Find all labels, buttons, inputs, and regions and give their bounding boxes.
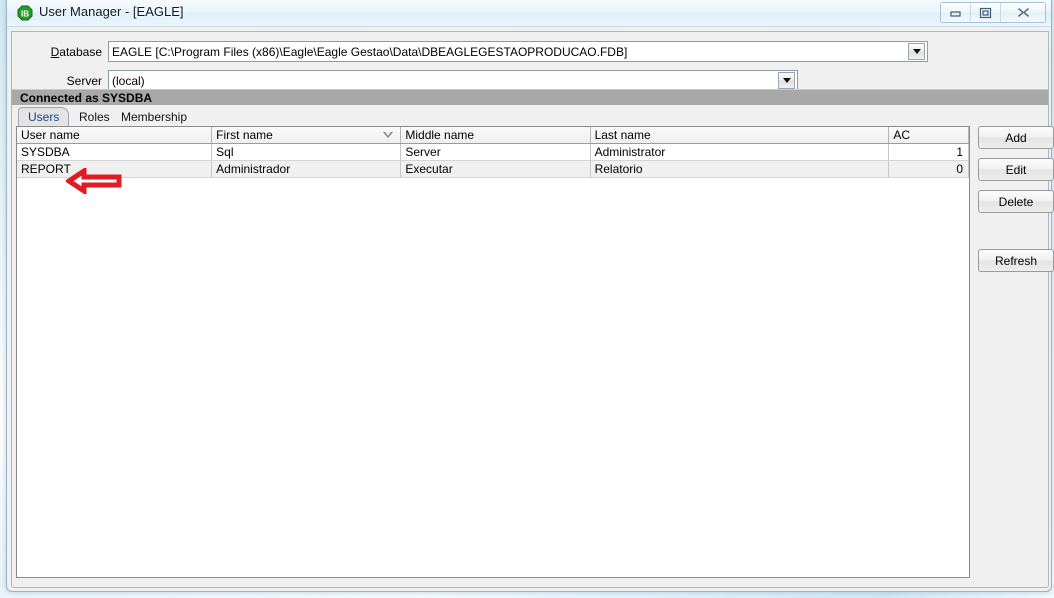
interbase-ib-icon: IB bbox=[17, 5, 33, 21]
chevron-down-icon bbox=[912, 49, 921, 54]
delete-button[interactable]: Delete bbox=[978, 190, 1054, 213]
column-header-user-name[interactable]: User name bbox=[17, 127, 213, 143]
tab-strip: Users Roles Membership bbox=[12, 107, 1048, 126]
close-button[interactable] bbox=[1001, 3, 1045, 22]
grid-header-row: User name First name Middle name Last na… bbox=[17, 127, 969, 144]
cell-user-name: SYSDBA bbox=[17, 144, 213, 161]
database-label: Database bbox=[50, 44, 102, 59]
cell-last-name: Administrator bbox=[590, 144, 890, 161]
tab-membership[interactable]: Membership bbox=[112, 107, 196, 126]
column-header-first-name[interactable]: First name bbox=[212, 127, 402, 143]
cell-ac: 1 bbox=[889, 144, 969, 161]
database-combo[interactable]: EAGLE [C:\Program Files (x86)\Eagle\Eagl… bbox=[108, 41, 928, 62]
add-button[interactable]: Add bbox=[978, 126, 1054, 149]
column-header-ac-label: AC bbox=[893, 128, 910, 142]
server-dropdown-button[interactable] bbox=[778, 72, 795, 89]
cell-first-name: Administrador bbox=[212, 161, 402, 178]
server-combo[interactable]: (local) bbox=[108, 70, 798, 91]
tab-membership-label: Membership bbox=[121, 109, 188, 124]
chevron-down-icon bbox=[782, 78, 791, 83]
close-icon bbox=[1017, 8, 1029, 17]
column-header-ac[interactable]: AC bbox=[889, 127, 969, 143]
cell-last-name: Relatorio bbox=[590, 161, 890, 178]
database-dropdown-button[interactable] bbox=[908, 43, 925, 60]
edit-button[interactable]: Edit bbox=[978, 158, 1054, 181]
refresh-button[interactable]: Refresh bbox=[978, 249, 1054, 272]
window-title: User Manager - [EAGLE] bbox=[39, 4, 184, 19]
column-header-middle-name-label: Middle name bbox=[405, 128, 475, 142]
table-row[interactable]: SYSDBA Sql Server Administrator 1 bbox=[17, 144, 969, 161]
sort-descending-icon bbox=[383, 132, 394, 138]
action-button-panel: Add Edit Delete Refresh bbox=[978, 126, 1054, 281]
annotation-arrow bbox=[64, 166, 122, 199]
server-label: Server bbox=[66, 73, 102, 88]
cell-middle-name: Executar bbox=[401, 161, 591, 178]
connection-status-bar: Connected as SYSDBA bbox=[12, 89, 1048, 105]
database-field-row: Database EAGLE [C:\Program Files (x86)\E… bbox=[12, 41, 1042, 62]
cell-first-name: Sql bbox=[212, 144, 402, 161]
users-grid[interactable]: User name First name Middle name Last na… bbox=[16, 126, 970, 578]
column-header-user-name-label: User name bbox=[21, 128, 80, 142]
title-bar[interactable]: IB User Manager - [EAGLE] bbox=[7, 0, 1051, 27]
user-manager-window: IB User Manager - [EAGLE] Database EAGLE… bbox=[6, 0, 1054, 592]
tab-users-label: Users bbox=[28, 110, 60, 124]
tab-roles-label: Roles bbox=[79, 109, 110, 124]
table-row[interactable]: REPORT Administrador Executar Relatorio … bbox=[17, 161, 969, 178]
cell-middle-name: Server bbox=[401, 144, 591, 161]
connection-form: Database EAGLE [C:\Program Files (x86)\E… bbox=[12, 32, 1048, 91]
svg-text:IB: IB bbox=[21, 10, 29, 19]
column-header-middle-name[interactable]: Middle name bbox=[401, 127, 591, 143]
restore-icon bbox=[979, 7, 992, 18]
tab-users[interactable]: Users bbox=[18, 107, 70, 126]
restore-button[interactable] bbox=[971, 3, 1001, 22]
column-header-last-name[interactable]: Last name bbox=[590, 127, 890, 143]
server-value[interactable]: (local) bbox=[109, 74, 778, 88]
server-field-row: Server (local) bbox=[12, 70, 1042, 91]
cell-ac: 0 bbox=[889, 161, 969, 178]
minimize-button[interactable] bbox=[941, 3, 971, 22]
window-controls bbox=[940, 2, 1046, 23]
column-header-first-name-label: First name bbox=[216, 128, 273, 142]
database-value[interactable]: EAGLE [C:\Program Files (x86)\Eagle\Eagl… bbox=[109, 45, 908, 59]
client-area: Database EAGLE [C:\Program Files (x86)\E… bbox=[11, 31, 1054, 588]
column-header-last-name-label: Last name bbox=[594, 128, 651, 142]
minimize-icon bbox=[950, 11, 961, 17]
connected-as-label: Connected as SYSDBA bbox=[20, 90, 153, 105]
